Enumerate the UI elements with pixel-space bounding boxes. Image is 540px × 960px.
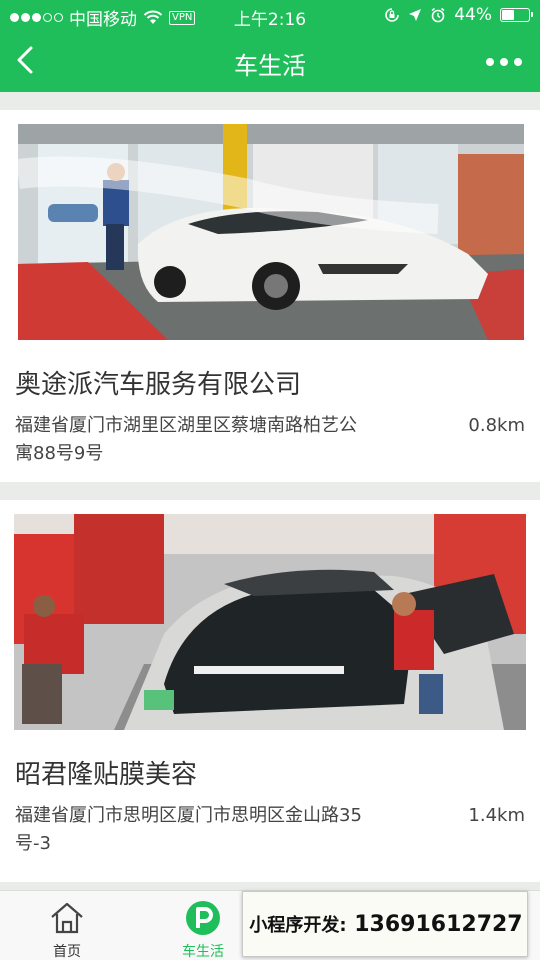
- home-icon: [51, 902, 83, 934]
- shop-list: 奥途派汽车服务有限公司 福建省厦门市湖里区湖里区蔡塘南路柏艺公寓88号9号 0.…: [0, 92, 540, 890]
- alarm-icon: [431, 7, 445, 23]
- shop-name: 昭君隆贴膜美容: [15, 760, 198, 790]
- page-title: 车生活: [234, 52, 306, 80]
- navigation-bar: 车生活: [0, 30, 540, 92]
- shop-address: 福建省厦门市湖里区湖里区蔡塘南路柏艺公寓88号9号: [15, 415, 357, 464]
- promo-phone: 13691612727: [354, 912, 523, 937]
- promo-banner: 小程序开发: 13691612727: [242, 891, 528, 957]
- shop-name: 奥途派汽车服务有限公司: [15, 370, 302, 400]
- battery-icon: [500, 8, 533, 22]
- battery-percent: 44%: [454, 5, 492, 25]
- shop-distance: 0.8km: [468, 415, 525, 436]
- car-film-photo: [14, 514, 526, 730]
- status-bar: 中国移动 VPN 上午2:16 44%: [0, 0, 540, 30]
- shop-distance: 1.4km: [468, 805, 525, 826]
- tab-home-label: 首页: [53, 944, 81, 960]
- car-wash-photo: [18, 124, 524, 340]
- location-arrow-icon: [409, 9, 422, 21]
- orientation-lock-icon: [385, 8, 400, 22]
- shop-card[interactable]: 昭君隆贴膜美容 福建省厦门市思明区厦门市思明区金山路35号-3 1.4km: [0, 500, 540, 882]
- promo-label: 小程序开发:: [249, 915, 347, 936]
- shop-card[interactable]: 奥途派汽车服务有限公司 福建省厦门市湖里区湖里区蔡塘南路柏艺公寓88号9号 0.…: [0, 110, 540, 482]
- shop-address: 福建省厦门市思明区厦门市思明区金山路35号-3: [15, 805, 362, 854]
- more-menu-icon[interactable]: [486, 58, 522, 66]
- tab-home[interactable]: 首页: [12, 891, 122, 960]
- parking-icon: [186, 901, 220, 935]
